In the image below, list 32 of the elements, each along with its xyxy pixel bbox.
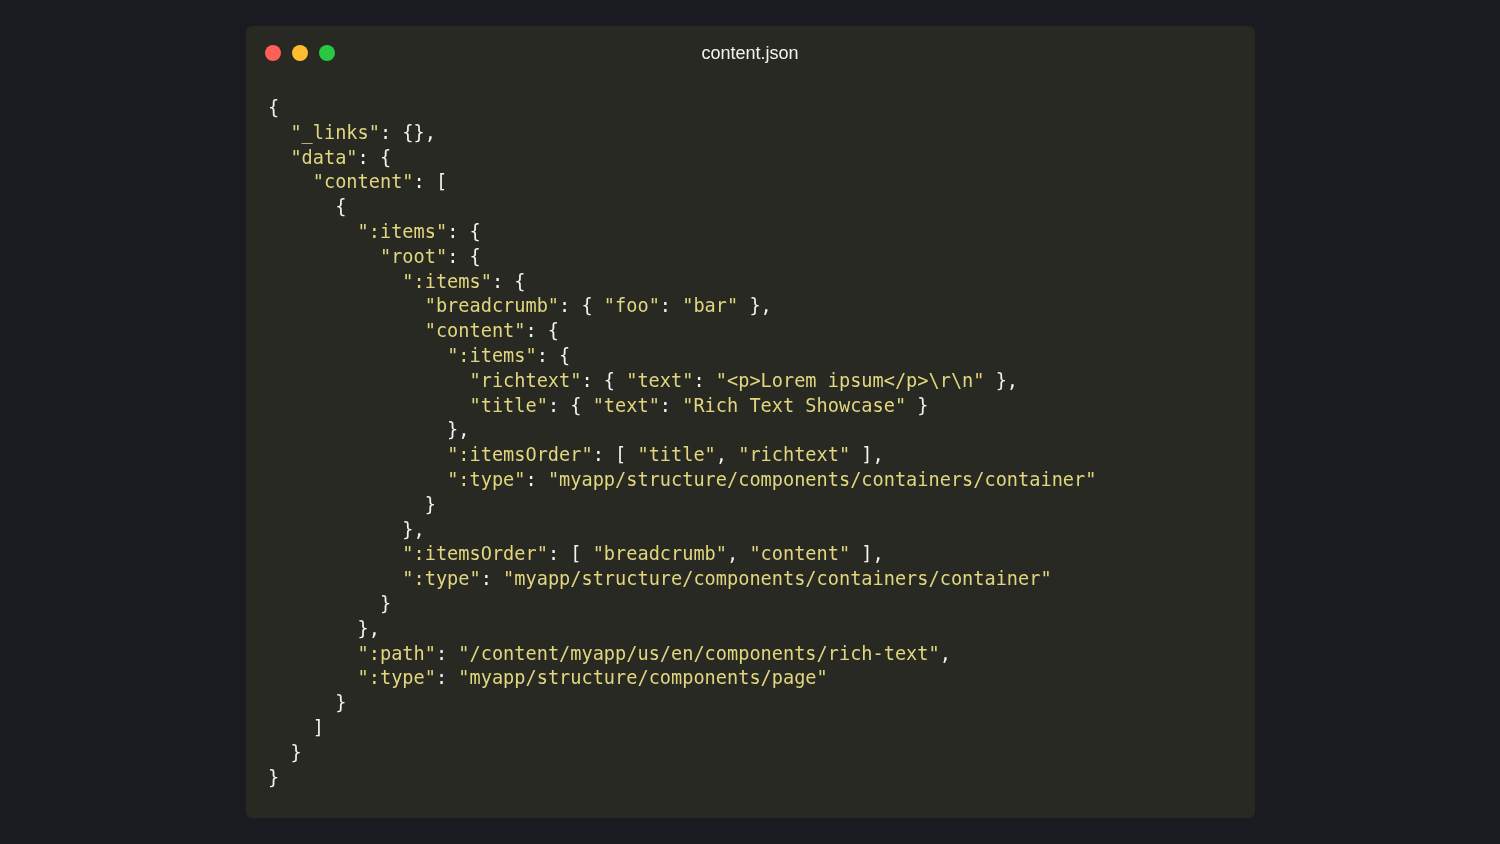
code-line: ":itemsOrder": [ "title", "richtext" ], — [446, 443, 884, 468]
code-line: "root": { — [378, 244, 481, 269]
close-button[interactable] — [265, 45, 281, 61]
code-line: "richtext": { "text": "<p>Lorem ipsum</p>\r\n" }, — [468, 368, 1019, 393]
maximize-button[interactable] — [319, 45, 335, 61]
code-line: }, — [401, 517, 425, 542]
code-line: ":type": "myapp/structure/components/containers/container" — [446, 467, 1097, 492]
code-line: } — [289, 740, 302, 765]
code-line: ":items": { — [446, 343, 571, 368]
code-line: } — [334, 691, 347, 716]
window-title: content.json — [701, 42, 799, 64]
code-line: ] — [311, 715, 324, 740]
code-line: } — [378, 591, 392, 616]
code-line: }, — [356, 616, 380, 641]
code-line: "content": { — [423, 319, 560, 344]
code-line: "breadcrumb": { "foo": "bar" }, — [423, 294, 772, 319]
code-line: } — [423, 492, 436, 517]
code-line: "title": { "text": "Rich Text Showcase" } — [468, 393, 929, 418]
code-line: ":type": "myapp/structure/components/page" — [356, 666, 828, 691]
code-line: { — [268, 96, 280, 120]
code-line: }, — [446, 418, 470, 443]
code-line: ":itemsOrder": [ "breadcrumb", "content" ], — [401, 542, 884, 567]
code-line: { — [334, 195, 347, 220]
code-line: ":path": "/content/myapp/us/en/components/rich-text", — [356, 641, 951, 666]
code-line: "_links": {}, — [289, 120, 436, 146]
code-line: } — [268, 765, 280, 790]
code-line: "content": [ — [311, 170, 448, 195]
code-line: "data": { — [289, 145, 392, 170]
minimize-button[interactable] — [292, 45, 308, 61]
code-line: ":type": "myapp/structure/components/containers/container" — [401, 567, 1052, 592]
code-line: ":items": { — [356, 220, 481, 244]
code-line: ":items": { — [401, 269, 526, 294]
